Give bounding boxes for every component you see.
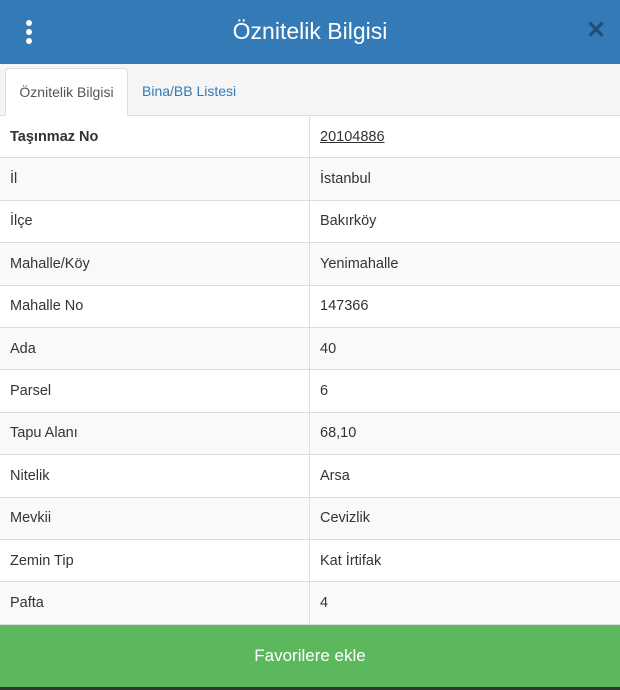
table-row: Mahalle No 147366 [0,285,620,328]
row-label: Taşınmaz No [0,116,310,158]
tab-bar: Öznitelik Bilgisi Bina/BB Listesi [0,64,620,116]
row-label: Nitelik [0,455,310,497]
table-row: Mevkii Cevizlik [0,497,620,540]
table-row: Pafta 4 [0,582,620,625]
row-value: Yenimahalle [320,255,399,272]
add-to-favorites-button[interactable]: Favorilere ekle [0,625,620,687]
table-row: Nitelik Arsa [0,455,620,498]
tab-building-list[interactable]: Bina/BB Listesi [132,68,246,116]
table-row: Parsel 6 [0,370,620,413]
table-row: İl İstanbul [0,158,620,201]
row-label: İl [0,158,310,200]
close-icon[interactable]: ✕ [586,19,606,43]
panel-header: Öznitelik Bilgisi ✕ [0,0,620,64]
row-value: Kat İrtifak [320,552,382,569]
row-label: İlçe [0,200,310,243]
row-value: 68,10 [320,425,357,442]
row-label: Pafta [0,582,310,624]
row-label: Mahalle No [0,285,310,327]
row-label: Ada [0,327,310,370]
row-value: İstanbul [320,171,371,188]
row-label: Mevkii [0,497,310,539]
row-value: Bakırköy [320,213,377,230]
table-row: Ada 40 [0,327,620,371]
property-number-link[interactable]: 20104886 [310,116,620,157]
row-label: Tapu Alanı [0,412,310,455]
row-value: Cevizlik [320,510,370,527]
attribute-table: Taşınmaz No 20104886 İl İstanbul İlçe Ba… [0,116,620,625]
table-row: Tapu Alanı 68,10 [0,412,620,456]
row-value: 6 [320,383,329,400]
row-value: Arsa [320,467,350,484]
row-value: 147366 [320,298,369,315]
panel-title: Öznitelik Bilgisi [232,18,388,44]
table-row: İlçe Bakırköy [0,200,620,244]
tab-attribute-info[interactable]: Öznitelik Bilgisi [5,68,128,116]
table-row: Mahalle/Köy Yenimahalle [0,243,620,286]
table-row: Zemin Tip Kat İrtifak [0,539,620,583]
attribute-info-panel: Öznitelik Bilgisi ✕ Öznitelik Bilgisi Bi… [0,0,620,690]
row-value: 4 [320,594,329,611]
row-label: Mahalle/Köy [0,243,310,285]
row-label: Zemin Tip [0,539,310,582]
row-label: Parsel [0,370,310,412]
table-row: Taşınmaz No 20104886 [0,116,620,159]
row-value: 40 [320,340,337,357]
